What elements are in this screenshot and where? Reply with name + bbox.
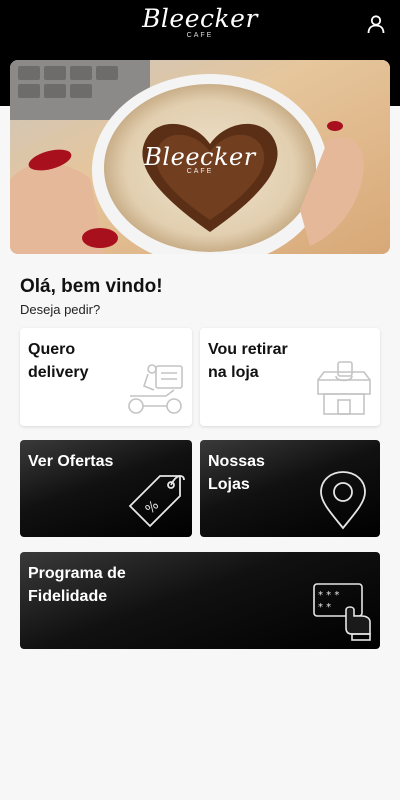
loyalty-card-icon: * * * * * (313, 583, 371, 641)
hero-logo: Bleecker CAFE (140, 144, 260, 175)
brand-logo: Bleecker CAFE (0, 4, 400, 39)
our-stores-label: Nossas Lojas (208, 453, 265, 493)
our-stores-button[interactable]: Nossas Lojas (200, 440, 380, 537)
offers-button[interactable]: Ver Ofertas % (20, 440, 192, 537)
user-profile-button[interactable] (362, 10, 390, 38)
delivery-button[interactable]: Quero delivery (20, 328, 192, 426)
loyalty-program-label: Programa de Fidelidade (28, 565, 126, 605)
store-pickup-button[interactable]: Vou retirar na loja (200, 328, 380, 426)
delivery-label: Quero delivery (28, 341, 89, 381)
svg-text:* *: * * (318, 602, 331, 613)
loyalty-program-button[interactable]: Programa de Fidelidade * * * * * (20, 552, 380, 649)
price-tag-icon: % (128, 475, 185, 528)
svg-text:%: % (143, 498, 162, 517)
hero-banner: Bleecker CAFE (10, 60, 390, 254)
store-pickup-label: Vou retirar na loja (208, 341, 288, 381)
offers-label: Ver Ofertas (28, 453, 114, 470)
greeting-subtitle: Deseja pedir? (20, 302, 101, 317)
svg-text:* * *: * * * (318, 590, 339, 601)
delivery-scooter-icon (128, 364, 183, 414)
user-icon (367, 15, 385, 34)
logo-text: Bleecker (142, 4, 258, 33)
greeting-title: Olá, bem vindo! (20, 276, 163, 297)
location-pin-icon (320, 471, 366, 530)
hero-logo-text: Bleecker (144, 143, 256, 171)
store-pickup-icon (317, 361, 371, 415)
logo-subtext: CAFE (186, 32, 214, 39)
